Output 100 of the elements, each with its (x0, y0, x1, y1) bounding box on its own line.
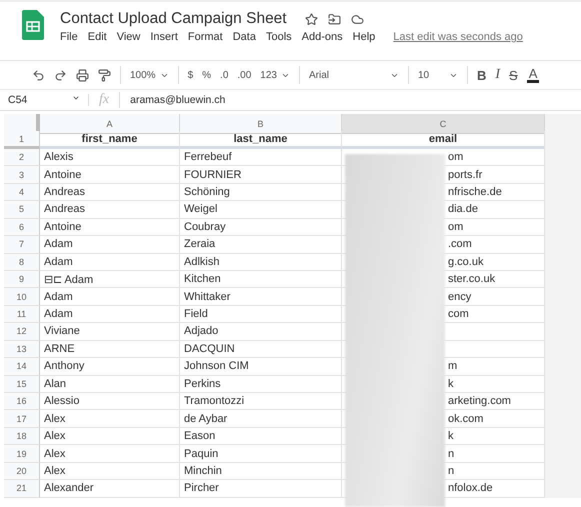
table-cell: Alan (40, 376, 180, 393)
table-cell: Whittaker (180, 288, 342, 306)
table-cell: Alex (40, 462, 180, 480)
menu-item[interactable]: Data (232, 31, 256, 43)
menu-item[interactable]: Format (188, 31, 223, 43)
row-number[interactable]: 2 (4, 148, 40, 166)
table-cell: Ferrebeuf (180, 148, 342, 166)
table-cell: Alex (40, 428, 180, 446)
table-cell: ⊟⊏ Adam (40, 270, 180, 288)
table-cell: Anthony (40, 358, 180, 376)
column-header[interactable]: B (180, 114, 342, 134)
table-cell: Weigel (180, 201, 342, 219)
row-number[interactable]: 1 (4, 131, 40, 149)
format-button[interactable]: .00 (237, 70, 252, 80)
format-button[interactable]: .0 (220, 70, 228, 80)
menu-item[interactable]: Tools (266, 31, 292, 43)
menu-item[interactable]: Edit (88, 31, 107, 43)
document-title[interactable]: Contact Upload Campaign Sheet (60, 10, 287, 28)
bold-button[interactable]: B (476, 68, 486, 82)
row-number[interactable]: 19 (4, 445, 40, 463)
table-cell: DACQUIN (180, 340, 342, 358)
formula-input[interactable]: aramas@bluewin.ch (120, 94, 226, 106)
table-cell: Tramontozzi (180, 393, 342, 410)
paint-format-icon[interactable] (98, 68, 111, 82)
redo-icon[interactable] (54, 68, 67, 82)
row-number[interactable]: 10 (4, 288, 40, 306)
row-number[interactable]: 12 (4, 323, 40, 341)
table-cell: Antoine (40, 218, 180, 236)
row-number[interactable]: 3 (4, 166, 40, 184)
table-cell: Adjado (180, 323, 342, 341)
table-cell: Antoine (40, 166, 180, 184)
table-cell: Adam (40, 288, 180, 306)
row-number[interactable]: 15 (4, 376, 40, 393)
header-cell: first_name (40, 131, 180, 149)
table-cell: Adam (40, 236, 180, 254)
dropdown-button[interactable]: Arial (308, 70, 399, 80)
last-edit-link[interactable]: Last edit was seconds ago (393, 31, 523, 43)
row-number[interactable]: 20 (4, 462, 40, 480)
table-cell: ARNE (40, 340, 180, 358)
table-cell: Zeraia (180, 236, 342, 254)
row-number[interactable]: 6 (4, 218, 40, 236)
caret-icon (72, 94, 80, 102)
name-box[interactable]: C54 (0, 94, 89, 106)
row-number[interactable]: 17 (4, 410, 40, 428)
table-cell: Alex (40, 445, 180, 463)
table-cell: Andreas (40, 184, 180, 202)
menu-item[interactable]: Add-ons (302, 31, 343, 43)
row-number[interactable]: 5 (4, 201, 40, 219)
table-cell: Eason (180, 428, 342, 446)
table-cell: Minchin (180, 462, 342, 480)
table-cell: Schöning (180, 184, 342, 202)
row-number[interactable]: 8 (4, 254, 40, 271)
row-number[interactable]: 11 (4, 306, 40, 324)
table-cell: de Aybar (180, 410, 342, 428)
column-header[interactable]: C (342, 114, 545, 134)
star-icon[interactable] (304, 12, 318, 26)
table-cell: Alessio (40, 393, 180, 410)
table-cell: Adam (40, 254, 180, 271)
table-cell: Johnson CIM (180, 358, 342, 376)
row-number[interactable]: 16 (4, 393, 40, 410)
row-number[interactable]: 21 (4, 480, 40, 498)
row-number[interactable]: 9 (4, 270, 40, 288)
table-cell: Coubray (180, 218, 342, 236)
function-label: fx (89, 92, 120, 108)
header-cell: last_name (180, 131, 342, 149)
sheets-logo-icon (22, 10, 44, 40)
menu-item[interactable]: Insert (150, 31, 178, 43)
table-cell: Alexander (40, 480, 180, 498)
table-cell: Perkins (180, 376, 342, 393)
menu-item[interactable]: File (60, 31, 78, 43)
table-cell: Field (180, 306, 342, 324)
row-number[interactable]: 4 (4, 184, 40, 202)
cloud-icon (350, 12, 364, 26)
row-number[interactable]: 7 (4, 236, 40, 254)
table-cell: Alex (40, 410, 180, 428)
table-cell: Kitchen (180, 270, 342, 288)
table-cell: Paquin (180, 445, 342, 463)
table-cell: Viviane (40, 323, 180, 341)
format-button[interactable]: % (202, 70, 212, 80)
text-color-button[interactable]: A (526, 67, 540, 83)
dropdown-button[interactable]: 123 (260, 70, 290, 80)
undo-icon[interactable] (32, 68, 45, 82)
dropdown-button[interactable]: 10 (418, 70, 458, 80)
row-number[interactable]: 13 (4, 340, 40, 358)
menu-item[interactable]: View (116, 31, 140, 43)
dropdown-button[interactable]: 100% (130, 70, 169, 80)
table-cell: Adlkish (180, 254, 342, 271)
italic-button[interactable]: I (495, 67, 500, 83)
header-cell: email (342, 131, 545, 149)
menu-item[interactable]: Help (352, 31, 376, 43)
table-cell: Andreas (40, 201, 180, 219)
row-number[interactable]: 18 (4, 428, 40, 446)
column-header[interactable]: A (40, 114, 180, 134)
table-cell: Adam (40, 306, 180, 324)
format-button[interactable]: $ (188, 70, 194, 80)
strikethrough-button[interactable]: S (509, 68, 518, 82)
print-icon[interactable] (76, 68, 89, 82)
folder-icon[interactable] (328, 12, 341, 26)
table-cell: FOURNIER (180, 166, 342, 184)
row-number[interactable]: 14 (4, 358, 40, 376)
